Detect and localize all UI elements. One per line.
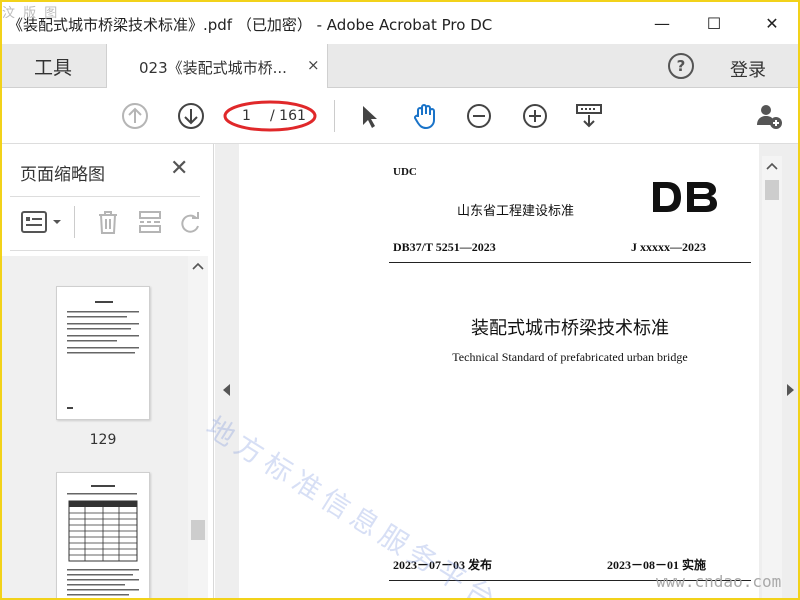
tab-tools[interactable]: 工具 [2, 44, 104, 88]
login-button[interactable]: 登录 [730, 56, 766, 82]
hand-tool-icon[interactable] [410, 101, 440, 131]
effective-date: 2023－08－01 实施 [607, 558, 707, 572]
site-watermark: www.cndao.com [656, 572, 782, 591]
tab-document[interactable]: 023《装配式城市桥... × [106, 44, 328, 88]
document-viewer: UDC 山东省工程建设标准 DB37/T 5251—2023 J xxxxx—2… [215, 144, 798, 598]
tab-document-label: 023《装配式城市桥... [139, 59, 287, 77]
scroll-mode-icon[interactable] [574, 101, 604, 131]
thumbnails-panel: 页面缩略图 ✕ 129 [2, 144, 214, 598]
panel-tool-separator [74, 206, 75, 238]
page-navigator: 1 / 161 [223, 100, 318, 132]
tab-close-button[interactable]: × [307, 56, 320, 74]
thumbnail-label: 129 [89, 432, 117, 448]
page-thumbnail[interactable] [56, 286, 150, 420]
red-ellipse-annotation [223, 100, 317, 132]
scrollbar-thumb[interactable] [191, 520, 205, 540]
toolbar-separator [334, 100, 335, 132]
extract-pages-icon[interactable] [136, 208, 164, 236]
help-icon[interactable]: ? [668, 53, 694, 79]
thumbnail-options-icon[interactable] [20, 210, 64, 234]
collapse-left-panel-icon[interactable] [223, 384, 230, 396]
title-bar: 汶 版 图 《装配式城市桥梁技术标准》.pdf （已加密） - Adobe Ac… [2, 2, 798, 44]
select-arrow-icon[interactable] [354, 101, 384, 131]
tab-bar: 工具 023《装配式城市桥... × ? 登录 [2, 44, 798, 88]
udc-label: UDC [393, 166, 417, 178]
record-code: J xxxxx—2023 [631, 240, 706, 254]
panel-divider [10, 196, 200, 197]
prev-page-icon[interactable] [120, 101, 150, 131]
panel-divider [10, 250, 200, 251]
thumbnails-list: 129 [2, 256, 188, 598]
header-rule [389, 262, 751, 263]
document-title-en: Technical Standard of prefabricated urba… [452, 350, 688, 364]
rotate-icon[interactable] [176, 208, 204, 236]
panel-title: 页面缩略图 [20, 165, 105, 185]
document-title-cn: 装配式城市桥梁技术标准 [471, 318, 669, 339]
toolbar: 1 / 161 [2, 88, 798, 144]
scroll-up-icon[interactable] [766, 162, 778, 170]
expand-right-panel-icon[interactable] [787, 384, 794, 396]
standard-issuer: 山东省工程建设标准 [457, 204, 575, 219]
trash-icon[interactable] [94, 208, 122, 236]
app-window: 汶 版 图 《装配式城市桥梁技术标准》.pdf （已加密） - Adobe Ac… [2, 2, 798, 598]
add-user-icon[interactable] [754, 101, 784, 131]
maximize-button[interactable]: ☐ [694, 8, 734, 38]
db-logo [653, 182, 717, 212]
zoom-in-icon[interactable] [520, 101, 550, 131]
scroll-up-icon[interactable] [192, 262, 204, 270]
thumbnail-content [67, 301, 139, 409]
minimize-button[interactable]: — [642, 8, 682, 38]
panel-close-button[interactable]: ✕ [170, 156, 188, 181]
panel-toolbar [2, 202, 214, 242]
thumbnail-content [67, 485, 139, 596]
page-thumbnail[interactable] [56, 472, 150, 598]
window-title: 《装配式城市桥梁技术标准》.pdf （已加密） - Adobe Acrobat … [8, 16, 493, 34]
document-scrollbar[interactable] [762, 156, 782, 598]
pdf-page: UDC 山东省工程建设标准 DB37/T 5251—2023 J xxxxx—2… [239, 144, 759, 598]
zoom-out-icon[interactable] [464, 101, 494, 131]
standard-code: DB37/T 5251—2023 [393, 240, 496, 254]
close-window-button[interactable]: ✕ [752, 8, 792, 38]
thumbnails-scrollbar[interactable] [188, 256, 208, 598]
scrollbar-thumb[interactable] [765, 180, 779, 200]
next-page-icon[interactable] [176, 101, 206, 131]
